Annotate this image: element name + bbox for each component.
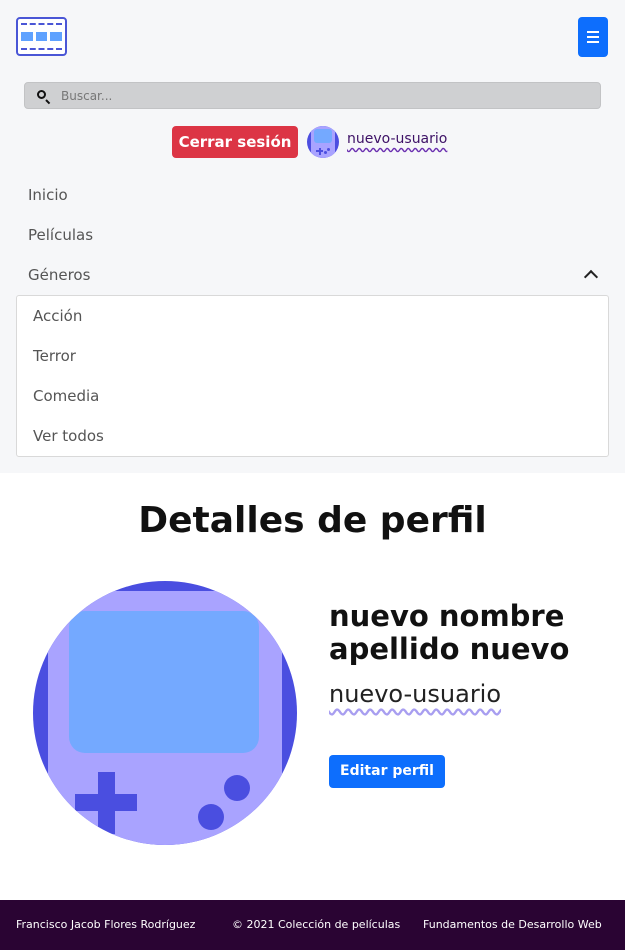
- search-input[interactable]: [61, 86, 581, 105]
- dropdown-item-accion[interactable]: Acción: [33, 307, 82, 325]
- navbar: Cerrar sesión nuevo-usuario Inicio Pelíc…: [0, 0, 625, 473]
- dropdown-item-ver-todos[interactable]: Ver todos: [33, 427, 104, 445]
- footer-copyright: © 2021 Colección de películas: [232, 918, 401, 931]
- avatar-button-b: [198, 804, 224, 830]
- footer-course: Fundamentos de Desarrollo Web: [423, 918, 602, 931]
- profile-avatar: [33, 581, 297, 845]
- nav-item-inicio[interactable]: Inicio: [28, 186, 68, 204]
- dropdown-item-terror[interactable]: Terror: [33, 347, 76, 365]
- dropdown-item-comedia[interactable]: Comedia: [33, 387, 99, 405]
- gameboy-avatar-icon[interactable]: [307, 126, 339, 158]
- logout-button[interactable]: Cerrar sesión: [172, 126, 298, 158]
- search-bar: [24, 82, 601, 109]
- search-icon: [37, 90, 46, 99]
- edit-profile-button[interactable]: Editar perfil: [329, 755, 445, 788]
- avatar-dpad-vertical: [97, 772, 115, 834]
- genres-dropdown: Acción Terror Comedia Ver todos: [16, 295, 609, 457]
- username-link[interactable]: nuevo-usuario: [347, 131, 447, 147]
- hamburger-menu-icon[interactable]: [578, 17, 608, 57]
- footer-author: Francisco Jacob Flores Rodríguez: [16, 918, 196, 931]
- avatar-console-screen: [69, 611, 259, 753]
- nav-item-generos[interactable]: Géneros: [28, 266, 90, 284]
- avatar-button-a: [224, 775, 250, 801]
- profile-username: nuevo-usuario: [329, 680, 502, 708]
- footer: Francisco Jacob Flores Rodríguez © 2021 …: [0, 900, 625, 950]
- chevron-up-icon[interactable]: [583, 269, 599, 285]
- nav-item-peliculas[interactable]: Películas: [28, 226, 93, 244]
- page-title: Detalles de perfil: [138, 500, 487, 541]
- profile-full-name: nuevo nombre apellido nuevo: [329, 599, 570, 666]
- film-strip-icon[interactable]: [16, 17, 67, 56]
- logo-top-perforation: [21, 23, 62, 25]
- logo-bottom-perforation: [21, 48, 62, 50]
- logo-frames: [21, 32, 63, 41]
